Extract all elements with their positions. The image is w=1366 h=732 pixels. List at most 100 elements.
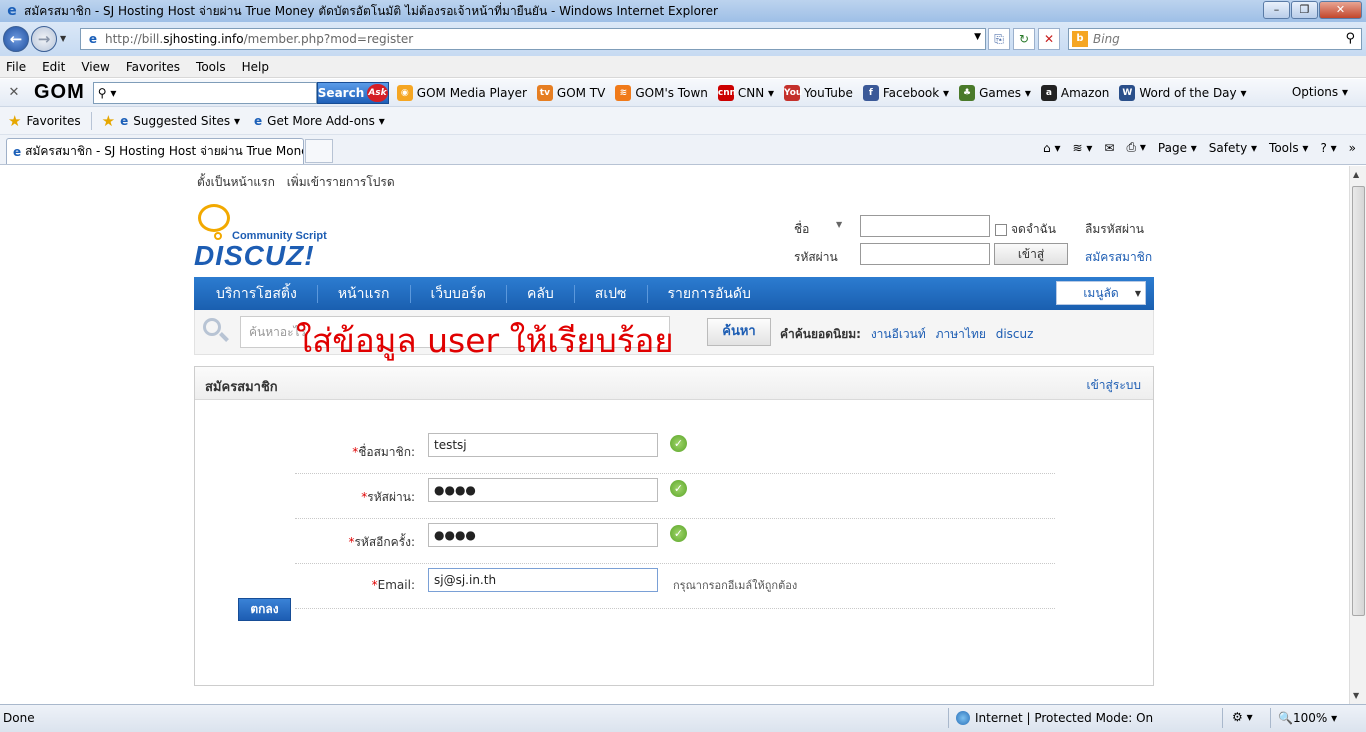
menu-tools[interactable]: Tools <box>196 60 226 74</box>
register-panel: สมัครสมาชิก เข้าสู่ระบบ *ชื่อสมาชิก: tes… <box>194 366 1154 686</box>
ie-icon: e <box>7 3 17 19</box>
chevron-down-icon[interactable]: ▼ <box>836 220 842 229</box>
email-input[interactable]: sj@sj.in.th <box>428 568 658 592</box>
address-dropdown-icon[interactable]: ▼ <box>974 32 981 42</box>
cnn-icon: cnn <box>717 84 736 101</box>
toolbar-link[interactable]: ♣ Games ▾ <box>959 84 1031 101</box>
toolbar-link[interactable]: f Facebook ▾ <box>862 84 949 101</box>
username-label: ชื่อ <box>794 222 810 236</box>
toolbar-link[interactable]: ◉ GOM Media Player <box>396 84 527 101</box>
hot-keyword[interactable]: discuz <box>996 327 1034 341</box>
search-icon: ⚲ ▾ <box>97 85 117 100</box>
window-controls: – ❐ ✕ <box>1262 1 1362 19</box>
maximize-button[interactable]: ❐ <box>1291 1 1318 19</box>
get-more-addons[interactable]: e Get More Add-ons ▾ <box>254 114 385 128</box>
close-button[interactable]: ✕ <box>1319 1 1362 19</box>
quick-menu-button[interactable]: เมนูลัด ▼ <box>1056 281 1146 305</box>
toolbar-link[interactable]: a Amazon <box>1040 84 1109 101</box>
password-confirm-input[interactable]: ●●●● <box>428 523 658 547</box>
favorites-button[interactable]: ★ Favorites <box>8 112 81 130</box>
panel-login-link[interactable]: เข้าสู่ระบบ <box>1087 376 1142 395</box>
new-tab-button[interactable] <box>305 139 333 163</box>
scroll-thumb[interactable] <box>1352 186 1365 616</box>
menu-edit[interactable]: Edit <box>42 60 65 74</box>
toolbar-link[interactable]: cnn CNN ▾ <box>717 84 774 101</box>
check-icon: ✓ <box>670 480 687 497</box>
options-button[interactable]: Options ▾ <box>1292 85 1348 99</box>
hot-keyword[interactable]: งานอีเวนท์ <box>871 327 926 341</box>
search-box[interactable]: b Bing ⚲ <box>1068 28 1362 50</box>
forward-button[interactable]: → <box>31 26 57 52</box>
password-input[interactable]: ●●●● <box>428 478 658 502</box>
nav-forum[interactable]: เว็บบอร์ด <box>411 284 507 303</box>
page-viewport: ตั้งเป็นหน้าแรก เพิ่มเข้ารายการโปรด Comm… <box>0 166 1349 704</box>
favorites-bar: ★ Favorites ★ e Suggested Sites ▾ e Get … <box>0 107 1366 135</box>
tab-active[interactable]: e สมัครสมาชิก - SJ Hosting Host จ่ายผ่าน… <box>6 138 304 164</box>
add-favorite-link[interactable]: เพิ่มเข้ารายการโปรด <box>287 175 395 189</box>
chevron-right-icon[interactable]: » <box>1349 141 1356 155</box>
tools-menu[interactable]: Tools ▾ <box>1269 141 1308 155</box>
compatibility-view-icon[interactable]: ⎘ <box>988 28 1010 50</box>
site-search-button[interactable]: ค้นหา <box>707 318 771 346</box>
page-menu[interactable]: Page ▾ <box>1158 141 1197 155</box>
discuz-logo[interactable]: Community Script DISCUZ! <box>194 202 334 272</box>
nav-space[interactable]: สเปซ <box>575 284 648 303</box>
popup-blocker-icon[interactable]: ⚙ ▾ <box>1232 710 1253 724</box>
panel-header: สมัครสมาชิก เข้าสู่ระบบ <box>195 367 1153 400</box>
vertical-scrollbar[interactable]: ▲ ▼ <box>1349 166 1366 704</box>
toolbar-link[interactable]: ≋ GOM's Town <box>615 84 708 101</box>
login-button[interactable]: เข้าสู่ <box>994 243 1068 265</box>
url-text[interactable]: http://bill.sjhosting.info/member.php?mo… <box>105 32 413 46</box>
toolbar-link[interactable]: W Word of the Day ▾ <box>1119 84 1246 101</box>
refresh-icon[interactable]: ↻ <box>1013 28 1035 50</box>
nav-hosting[interactable]: บริการโฮสติ้ง <box>196 284 318 303</box>
menu-favorites[interactable]: Favorites <box>126 60 180 74</box>
search-icon[interactable]: ⚲ <box>1345 31 1355 46</box>
submit-button[interactable]: ตกลง <box>238 598 291 621</box>
hot-keyword[interactable]: ภาษาไทย <box>936 327 986 341</box>
gom-player-icon: ◉ <box>396 84 413 101</box>
home-icon[interactable]: ⌂ ▾ <box>1043 141 1060 155</box>
gom-search-button[interactable]: Search Ask <box>316 81 389 104</box>
zoom-control[interactable]: 🔍100% ▾ <box>1278 711 1337 725</box>
menu-help[interactable]: Help <box>242 60 269 74</box>
feeds-icon[interactable]: ≋ ▾ <box>1072 141 1092 155</box>
check-icon: ✓ <box>670 435 687 452</box>
scroll-down-icon[interactable]: ▼ <box>1353 691 1359 700</box>
security-zone[interactable]: Internet | Protected Mode: On <box>956 711 1153 725</box>
login-username-input[interactable] <box>860 215 990 237</box>
menu-file[interactable]: File <box>6 60 26 74</box>
suggested-sites[interactable]: e Suggested Sites ▾ <box>120 114 240 128</box>
username-input[interactable]: testsj <box>428 433 658 457</box>
gom-search-input[interactable]: ⚲ ▾ <box>92 81 317 104</box>
gom-toolbar: ✕ GOM ⚲ ▾ Search Ask ◉ GOM Media Player tv… <box>0 79 1366 107</box>
help-icon[interactable]: ? ▾ <box>1320 141 1336 155</box>
remember-checkbox[interactable] <box>995 223 1007 236</box>
set-homepage-link[interactable]: ตั้งเป็นหน้าแรก <box>197 175 275 189</box>
nav-ranking[interactable]: รายการอันดับ <box>648 285 771 303</box>
toolbar-link[interactable]: tv GOM TV <box>536 84 605 101</box>
nav-club[interactable]: คลับ <box>507 284 575 303</box>
remember-me[interactable]: จดจำฉัน <box>995 220 1056 239</box>
field-row-email: *Email: sj@sj.in.th กรุณากรอกอีเมล์ให้ถู… <box>295 564 1055 609</box>
back-button[interactable]: ← <box>3 26 29 52</box>
login-password-input[interactable] <box>860 243 990 265</box>
logo-name: DISCUZ! <box>194 240 315 271</box>
register-link[interactable]: สมัครสมาชิก <box>1085 248 1152 267</box>
address-bar[interactable]: e http://bill.sjhosting.info/member.php?… <box>80 28 986 50</box>
add-favorite-icon[interactable]: ★ <box>102 112 115 130</box>
mail-icon[interactable]: ✉ <box>1104 141 1114 155</box>
history-dropdown-icon[interactable]: ▼ <box>60 34 66 43</box>
menu-view[interactable]: View <box>81 60 109 74</box>
safety-menu[interactable]: Safety ▾ <box>1209 141 1257 155</box>
top-links: ตั้งเป็นหน้าแรก เพิ่มเข้ารายการโปรด <box>197 173 403 192</box>
close-toolbar-icon[interactable]: ✕ <box>4 85 24 100</box>
gom-links: ◉ GOM Media Player tv GOM TV ≋ GOM's Town cnn C… <box>396 84 1257 101</box>
stop-icon[interactable]: ✕ <box>1038 28 1060 50</box>
forgot-password-link[interactable]: ลืมรหัสผ่าน <box>1085 220 1144 239</box>
nav-home[interactable]: หน้าแรก <box>318 284 411 303</box>
minimize-button[interactable]: – <box>1263 1 1290 19</box>
toolbar-link[interactable]: You YouTube <box>784 84 853 101</box>
print-icon[interactable]: ⎙ ▾ <box>1126 140 1145 155</box>
scroll-up-icon[interactable]: ▲ <box>1353 170 1359 179</box>
